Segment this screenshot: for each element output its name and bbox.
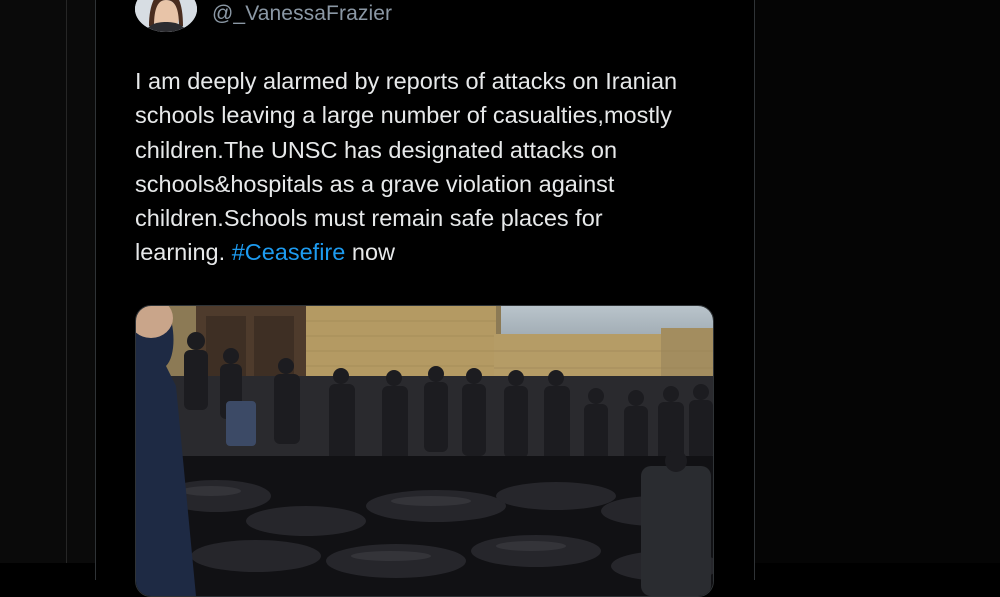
left-rail-divider — [66, 0, 67, 563]
tweet-text: I am deeply alarmed by reports of attack… — [135, 64, 725, 270]
tweet-body-end: now — [345, 239, 395, 266]
author-handle[interactable]: @_VanessaFrazier — [212, 2, 392, 26]
tweet-media[interactable] — [135, 305, 714, 597]
left-navigation-rail — [0, 0, 95, 563]
hashtag-link[interactable]: #Ceasefire — [232, 239, 346, 265]
media-photo — [136, 306, 713, 596]
right-sidebar — [754, 0, 1000, 563]
tweet-body: I am deeply alarmed by reports of attack… — [135, 68, 678, 266]
